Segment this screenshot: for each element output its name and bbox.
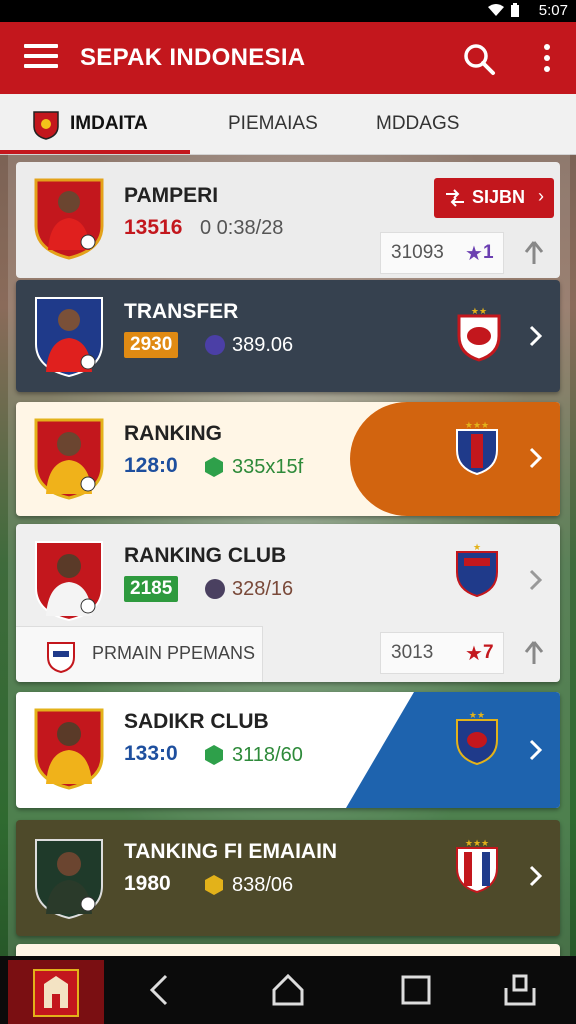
shield-icon	[205, 457, 223, 477]
svg-text:★: ★	[473, 542, 481, 552]
sub-chip[interactable]: PRMAIN PPEMANS	[16, 626, 263, 682]
player-avatar	[34, 178, 104, 260]
stat-value: 3013	[391, 642, 434, 663]
svg-text:★★★: ★★★	[465, 420, 489, 430]
shield-icon	[205, 875, 223, 895]
club-crest-icon: ★★	[456, 710, 498, 766]
svg-text:★★: ★★	[471, 306, 487, 316]
player-name: TRANSFER	[124, 300, 239, 323]
player-meta: 335x15f	[232, 456, 304, 478]
player-avatar	[35, 541, 103, 622]
search-icon[interactable]	[462, 42, 496, 76]
player-name: RANKING CLUB	[124, 544, 287, 567]
star-icon: ★	[465, 643, 483, 665]
stat-badge: 1	[483, 242, 494, 263]
chevron-right-icon[interactable]	[528, 864, 544, 888]
list-item[interactable]: PAMPERI 13516 0 0:38/28 SIJBN › 31093 ★ …	[16, 162, 560, 278]
player-meta: 838/06	[232, 874, 294, 896]
club-crest-icon: ★	[456, 542, 498, 598]
chevron-right-icon[interactable]	[528, 324, 544, 348]
list-item[interactable]: RANKING 128:0 335x15f ★★★	[16, 402, 560, 516]
list-item[interactable]	[16, 944, 560, 956]
back-icon[interactable]	[140, 970, 180, 1010]
chevron-right-icon[interactable]	[528, 446, 544, 470]
club-crest-icon	[33, 111, 59, 140]
battery-icon	[511, 3, 519, 17]
screenshot-icon[interactable]	[500, 970, 540, 1010]
club-crest-icon: ★★★	[456, 420, 498, 476]
chevron-right-icon[interactable]	[528, 568, 544, 592]
stat-chip: 31093 ★ 1	[380, 232, 504, 274]
player-number: 128:0	[124, 454, 178, 477]
player-number: 1980	[124, 872, 171, 895]
status-bar: 5:07	[0, 0, 576, 22]
home-icon[interactable]	[268, 970, 308, 1010]
wifi-icon	[488, 4, 504, 16]
sub-label: PRMAIN PPEMANS	[92, 643, 256, 663]
recents-icon[interactable]	[396, 970, 436, 1010]
club-crest-icon	[47, 642, 75, 673]
action-button[interactable]: SIJBN ›	[434, 178, 554, 218]
player-meta: 3118/60	[232, 744, 303, 766]
stat-value: 31093	[391, 242, 444, 263]
player-meta: 0 0:38/28	[200, 217, 284, 239]
club-crest-icon: ★★	[457, 306, 501, 362]
star-icon: ★	[465, 243, 483, 265]
player-number: 13516	[124, 216, 183, 239]
tab-bar: IMDAITA PIEMAIAS MDDAGS	[0, 94, 576, 155]
chevron-right-icon[interactable]	[528, 738, 544, 762]
player-number: 2185	[124, 576, 179, 602]
app-title: SEPAK INDONESIA	[80, 44, 306, 71]
transfer-icon	[446, 189, 464, 207]
app-bar: SEPAK INDONESIA	[0, 22, 576, 94]
player-name: SADIKR CLUB	[124, 710, 269, 733]
player-name: TANKING FI EMAIAIN	[124, 840, 338, 863]
list-item[interactable]: SADIKR CLUB 133:0 3118/60 ★★	[16, 692, 560, 808]
stat-chip: 3013 ★ 7	[380, 632, 504, 674]
player-name: RANKING	[124, 422, 222, 445]
chevron-right-icon: ›	[538, 186, 544, 206]
ball-icon	[205, 579, 225, 599]
tab-piemaias[interactable]: PIEMAIAS	[228, 94, 318, 154]
stat-badge: 7	[483, 642, 494, 663]
player-meta: 389.06	[232, 334, 294, 356]
player-avatar	[34, 708, 104, 790]
tab-imdaita[interactable]: IMDAITA	[70, 94, 148, 154]
arrow-up-icon[interactable]	[524, 640, 544, 666]
list-item[interactable]: TANKING FI EMAIAIN 1980 838/06 ★★★	[16, 820, 560, 936]
list-item[interactable]: TRANSFER 2930 389.06 ★★	[16, 280, 560, 392]
player-avatar	[35, 839, 103, 920]
svg-text:★★: ★★	[469, 710, 485, 720]
club-crest-icon	[33, 969, 79, 1017]
player-number: 133:0	[124, 742, 178, 765]
club-crest-icon: ★★★	[456, 838, 498, 894]
player-number: 2930	[124, 332, 179, 358]
action-button-label: SIJBN	[472, 187, 526, 207]
menu-icon[interactable]	[24, 44, 58, 72]
player-meta: 328/16	[232, 578, 294, 600]
svg-text:★★★: ★★★	[465, 838, 489, 848]
list-item[interactable]: RANKING CLUB 2185 328/16 ★ PRMAIN PPEMAN…	[16, 524, 560, 682]
shield-icon	[205, 745, 223, 765]
player-avatar	[35, 297, 103, 378]
status-time: 5:07	[538, 2, 568, 19]
tab-mddags[interactable]: MDDAGS	[376, 94, 459, 154]
ranking-list: PAMPERI 13516 0 0:38/28 SIJBN › 31093 ★ …	[8, 154, 570, 956]
player-avatar	[34, 418, 104, 500]
arrow-up-icon[interactable]	[524, 240, 544, 266]
app-shortcut[interactable]	[8, 960, 104, 1024]
shield-icon	[205, 335, 225, 355]
more-options-icon[interactable]	[537, 44, 557, 76]
player-name: PAMPERI	[124, 184, 219, 207]
system-nav-bar	[0, 956, 576, 1024]
